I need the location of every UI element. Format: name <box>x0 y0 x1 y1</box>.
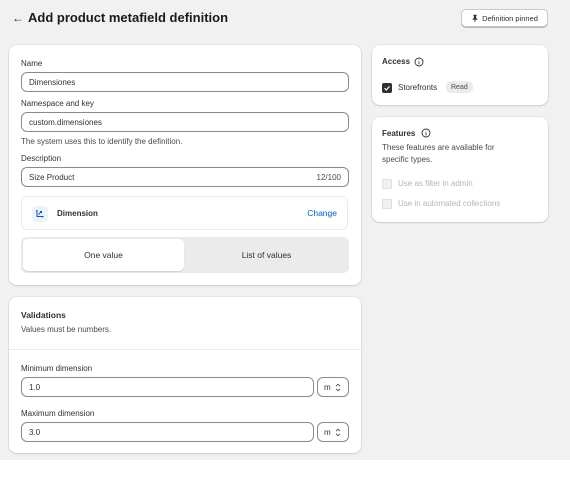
min-unit-select[interactable]: m <box>317 377 349 397</box>
filter-in-admin-label: Use as filter in admin <box>398 179 473 188</box>
dimension-icon <box>32 206 48 222</box>
storefronts-checkbox[interactable] <box>382 83 392 93</box>
description-input[interactable]: Size Product 12/100 <box>21 167 349 187</box>
back-arrow-icon[interactable]: ← <box>12 11 24 25</box>
namespace-key-help: The system uses this to identify the def… <box>21 137 183 146</box>
info-icon[interactable] <box>421 128 431 138</box>
value-count-toggle: One value List of values <box>21 237 349 273</box>
features-description: These features are available for specifi… <box>382 143 495 164</box>
filter-in-admin-checkbox[interactable] <box>382 179 392 189</box>
description-char-count: 12/100 <box>316 172 341 182</box>
min-unit-value: m <box>324 382 331 392</box>
features-title: Features <box>382 129 416 138</box>
validations-title: Validations <box>21 310 66 320</box>
pin-icon <box>472 14 478 22</box>
namespace-key-label: Namespace and key <box>21 99 94 108</box>
storefronts-label: Storefronts <box>398 83 438 92</box>
description-label: Description <box>21 154 62 163</box>
info-icon[interactable] <box>414 57 424 67</box>
name-input[interactable]: Dimensiones <box>21 72 349 92</box>
validations-divider <box>9 349 361 350</box>
max-dimension-label: Maximum dimension <box>21 409 95 418</box>
definition-pinned-button[interactable]: Definition pinned <box>461 9 548 27</box>
access-card <box>372 45 548 105</box>
access-title: Access <box>382 57 411 66</box>
check-icon <box>384 86 390 91</box>
max-dimension-input[interactable]: 3.0 <box>21 422 314 442</box>
description-value: Size Product <box>29 172 75 182</box>
read-badge: Read <box>446 81 473 93</box>
automated-collections-checkbox[interactable] <box>382 199 392 209</box>
type-label: Dimension <box>57 209 98 218</box>
max-unit-value: m <box>324 427 331 437</box>
change-type-link[interactable]: Change <box>307 208 337 218</box>
page-title: Add product metafield definition <box>28 10 229 25</box>
chevron-updown-icon <box>335 428 340 436</box>
type-selector: Dimension Change <box>21 196 348 230</box>
max-unit-select[interactable]: m <box>317 422 349 442</box>
name-label: Name <box>21 59 43 68</box>
validations-subtitle: Values must be numbers. <box>21 325 112 334</box>
min-dimension-input[interactable]: 1.0 <box>21 377 314 397</box>
list-of-values-option[interactable]: List of values <box>186 239 347 271</box>
automated-collections-label: Use in automated collections <box>398 199 501 208</box>
one-value-option[interactable]: One value <box>23 239 184 271</box>
bottom-strip <box>0 460 570 478</box>
namespace-key-input[interactable]: custom.dimensiones <box>21 112 349 132</box>
pin-button-label: Definition pinned <box>482 13 538 23</box>
min-dimension-label: Minimum dimension <box>21 364 93 373</box>
chevron-updown-icon <box>335 383 340 391</box>
